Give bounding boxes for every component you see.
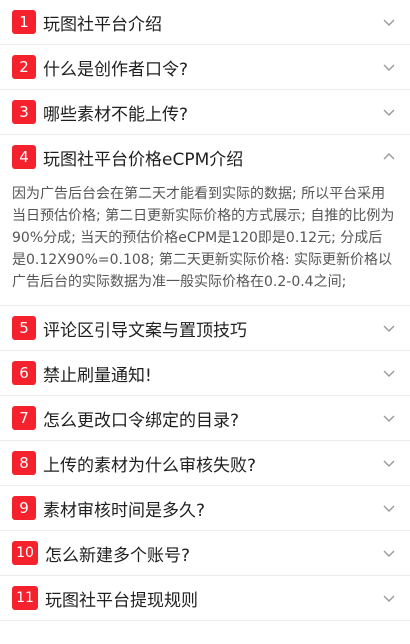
chevron-down-icon[interactable] xyxy=(382,105,396,119)
faq-number-badge: 4 xyxy=(12,145,36,169)
chevron-down-icon[interactable] xyxy=(382,366,396,380)
faq-header-4[interactable]: 4 玩图社平台价格eCPM介绍 xyxy=(0,135,410,179)
faq-question: 玩图社平台介绍 xyxy=(43,14,162,35)
faq-item-5: 5 评论区引导文案与置顶技巧 xyxy=(0,306,410,351)
faq-list: 1 玩图社平台介绍 2 什么是创作者口令? 3 哪些素材不能上传? 4 玩图社平… xyxy=(0,0,410,621)
faq-number-badge: 7 xyxy=(12,406,36,430)
faq-number-badge: 2 xyxy=(12,55,36,79)
faq-question: 玩图社平台价格eCPM介绍 xyxy=(43,149,244,170)
faq-number-badge: 11 xyxy=(12,586,38,610)
chevron-down-icon[interactable] xyxy=(382,456,396,470)
faq-question: 禁止刷量通知! xyxy=(43,365,152,386)
faq-header-11[interactable]: 11 玩图社平台提现规则 xyxy=(0,576,410,620)
faq-question: 评论区引导文案与置顶技巧 xyxy=(43,320,247,341)
faq-number-badge: 10 xyxy=(12,541,38,565)
faq-item-4: 4 玩图社平台价格eCPM介绍 因为广告后台会在第二天才能看到实际的数据; 所以… xyxy=(0,135,410,306)
faq-header-10[interactable]: 10 怎么新建多个账号? xyxy=(0,531,410,575)
faq-number-badge: 8 xyxy=(12,451,36,475)
faq-number-badge: 1 xyxy=(12,10,36,34)
chevron-up-icon[interactable] xyxy=(382,150,396,164)
faq-number-badge: 3 xyxy=(12,100,36,124)
faq-item-2: 2 什么是创作者口令? xyxy=(0,45,410,90)
faq-item-11: 11 玩图社平台提现规则 xyxy=(0,576,410,621)
chevron-down-icon[interactable] xyxy=(382,501,396,515)
chevron-down-icon[interactable] xyxy=(382,546,396,560)
faq-item-3: 3 哪些素材不能上传? xyxy=(0,90,410,135)
faq-number-badge: 5 xyxy=(12,316,36,340)
chevron-down-icon[interactable] xyxy=(382,411,396,425)
faq-item-8: 8 上传的素材为什么审核失败? xyxy=(0,441,410,486)
chevron-down-icon[interactable] xyxy=(382,321,396,335)
faq-header-2[interactable]: 2 什么是创作者口令? xyxy=(0,45,410,89)
faq-question: 玩图社平台提现规则 xyxy=(45,590,198,611)
faq-header-5[interactable]: 5 评论区引导文案与置顶技巧 xyxy=(0,306,410,350)
faq-header-7[interactable]: 7 怎么更改口令绑定的目录? xyxy=(0,396,410,440)
chevron-down-icon[interactable] xyxy=(382,591,396,605)
faq-question: 上传的素材为什么审核失败? xyxy=(43,455,257,476)
faq-header-9[interactable]: 9 素材审核时间是多久? xyxy=(0,486,410,530)
faq-number-badge: 6 xyxy=(12,361,36,385)
faq-answer: 因为广告后台会在第二天才能看到实际的数据; 所以平台采用当日预估价格; 第二日更… xyxy=(12,186,395,290)
faq-question: 怎么新建多个账号? xyxy=(45,545,191,566)
faq-question: 怎么更改口令绑定的目录? xyxy=(43,410,240,431)
faq-header-6[interactable]: 6 禁止刷量通知! xyxy=(0,351,410,395)
chevron-down-icon[interactable] xyxy=(382,60,396,74)
faq-number-badge: 9 xyxy=(12,496,36,520)
faq-header-1[interactable]: 1 玩图社平台介绍 xyxy=(0,0,410,44)
faq-question: 哪些素材不能上传? xyxy=(43,104,189,125)
faq-item-7: 7 怎么更改口令绑定的目录? xyxy=(0,396,410,441)
faq-item-1: 1 玩图社平台介绍 xyxy=(0,0,410,45)
faq-header-8[interactable]: 8 上传的素材为什么审核失败? xyxy=(0,441,410,485)
faq-header-3[interactable]: 3 哪些素材不能上传? xyxy=(0,90,410,134)
faq-item-9: 9 素材审核时间是多久? xyxy=(0,486,410,531)
chevron-down-icon[interactable] xyxy=(382,15,396,29)
faq-item-10: 10 怎么新建多个账号? xyxy=(0,531,410,576)
faq-item-6: 6 禁止刷量通知! xyxy=(0,351,410,396)
faq-question: 什么是创作者口令? xyxy=(43,59,189,80)
faq-question: 素材审核时间是多久? xyxy=(43,500,206,521)
